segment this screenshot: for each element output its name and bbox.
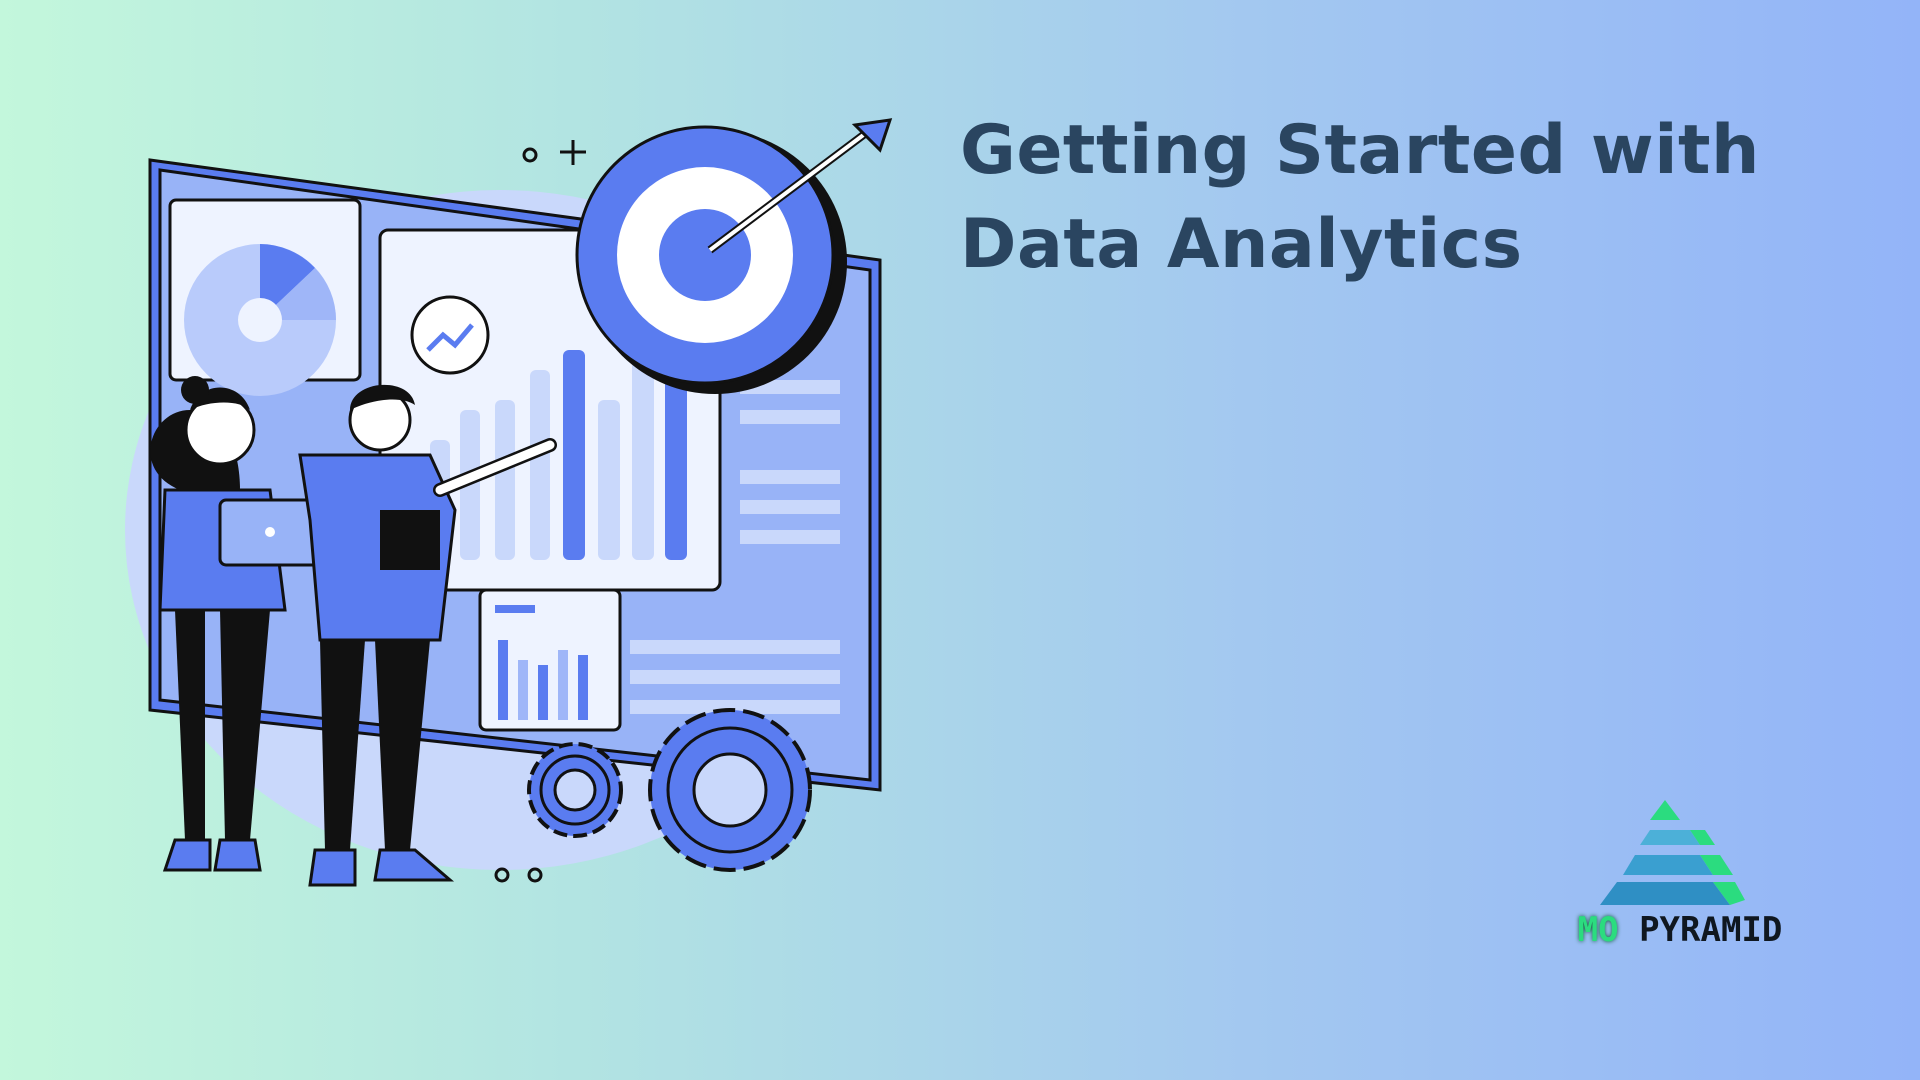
pie-chart-panel: [168, 198, 362, 396]
brand-name-part-2: PYRAMID: [1639, 910, 1783, 950]
brand-name-part-1: MO: [1577, 910, 1619, 950]
pyramid-icon: [1600, 800, 1745, 905]
page-title: Getting Started with Data Analytics: [960, 104, 1820, 292]
brand-logo: MO PYRAMID: [1555, 790, 1805, 970]
sparkle-icon: [522, 140, 586, 165]
data-analytics-illustration: [110, 110, 910, 910]
title-line-1: Getting Started with: [960, 111, 1760, 190]
small-column-chart-panel: [478, 588, 622, 732]
title-line-2: Data Analytics: [960, 205, 1523, 284]
